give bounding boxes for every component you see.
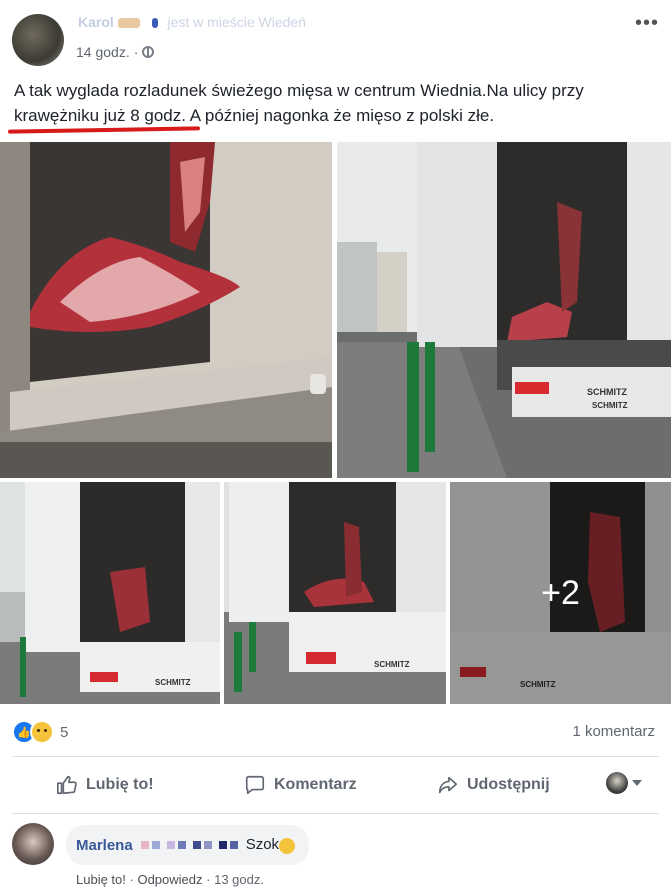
separator: · bbox=[129, 872, 134, 887]
divider bbox=[12, 756, 659, 757]
comment-time[interactable]: 13 godz. bbox=[214, 872, 264, 887]
blurred-mark bbox=[151, 18, 158, 29]
trailer-brand-text-2: SCHMITZ bbox=[592, 401, 628, 410]
more-photos-label[interactable]: +2 bbox=[450, 482, 671, 704]
blurred-name-pixels bbox=[140, 841, 238, 849]
photo-4[interactable]: SCHMITZ bbox=[224, 482, 446, 704]
share-arrow-icon bbox=[438, 776, 458, 794]
commenter-avatar[interactable] bbox=[12, 823, 54, 865]
post-text: A tak wyglada rozladunek świeżego mięsa … bbox=[14, 81, 584, 125]
author-name[interactable]: Karol bbox=[78, 14, 114, 30]
photo-3[interactable]: SCHMITZ bbox=[0, 482, 220, 704]
comment-text: Szok bbox=[245, 836, 296, 854]
comment-button-label: Komentarz bbox=[274, 776, 357, 793]
divider bbox=[12, 813, 659, 814]
author-suffix: jest w mieście Wiedeń bbox=[167, 14, 306, 30]
comment-reply-link[interactable]: Odpowiedz bbox=[137, 872, 202, 887]
post-time[interactable]: 14 godz. bbox=[76, 44, 130, 60]
blurred-emoji bbox=[117, 18, 140, 29]
photo-1-image bbox=[0, 142, 332, 478]
author-line: Karol jest w mieście Wiedeń bbox=[78, 14, 306, 30]
like-button[interactable]: Lubię to! bbox=[56, 770, 154, 800]
crying-emoji-icon bbox=[279, 837, 296, 854]
comments-count-link[interactable]: 1 komentarz bbox=[572, 723, 655, 740]
commenter-name[interactable]: Marlena bbox=[76, 837, 133, 854]
facebook-post: Karol jest w mieście Wiedeń 14 godz. · •… bbox=[0, 0, 671, 891]
trailer-brand-text: SCHMITZ bbox=[374, 660, 410, 669]
chevron-down-icon bbox=[632, 780, 642, 786]
comment-button[interactable]: Komentarz bbox=[244, 770, 357, 800]
share-button[interactable]: Udostępnij bbox=[437, 770, 550, 800]
share-button-label: Udostępnij bbox=[467, 776, 550, 793]
sad-reaction-icon bbox=[30, 720, 54, 744]
thumbs-up-icon bbox=[57, 775, 77, 795]
comment-bubble: Marlena Szok bbox=[66, 825, 310, 865]
reaction-summary[interactable]: 👍 5 bbox=[12, 720, 68, 744]
more-options-icon[interactable]: ••• bbox=[635, 12, 659, 35]
photo-2[interactable]: SCHMITZ SCHMITZ bbox=[337, 142, 671, 478]
trailer-brand-text: SCHMITZ bbox=[587, 387, 627, 397]
like-button-label: Lubię to! bbox=[86, 776, 154, 793]
comment-bubble-icon bbox=[245, 775, 265, 795]
globe-icon bbox=[142, 46, 155, 58]
photo-5-more[interactable]: SCHMITZ +2 bbox=[450, 482, 671, 704]
comment-actions: Lubię to! · Odpowiedz · 13 godz. bbox=[76, 872, 264, 887]
author-avatar[interactable] bbox=[12, 14, 64, 66]
reaction-as-selector[interactable] bbox=[606, 772, 642, 794]
separator: · bbox=[206, 872, 211, 887]
photo-4-image: SCHMITZ bbox=[224, 482, 446, 704]
photo-1[interactable] bbox=[0, 142, 332, 478]
comment-text-value: Szok bbox=[245, 836, 280, 854]
trailer-brand-text: SCHMITZ bbox=[155, 678, 191, 687]
reaction-count: 5 bbox=[60, 723, 69, 741]
post-meta: 14 godz. · bbox=[76, 44, 155, 60]
comment-like-link[interactable]: Lubię to! bbox=[76, 872, 126, 887]
photo-3-image: SCHMITZ bbox=[0, 482, 220, 704]
photo-2-image: SCHMITZ SCHMITZ bbox=[337, 142, 671, 478]
profile-avatar-small bbox=[606, 772, 628, 794]
